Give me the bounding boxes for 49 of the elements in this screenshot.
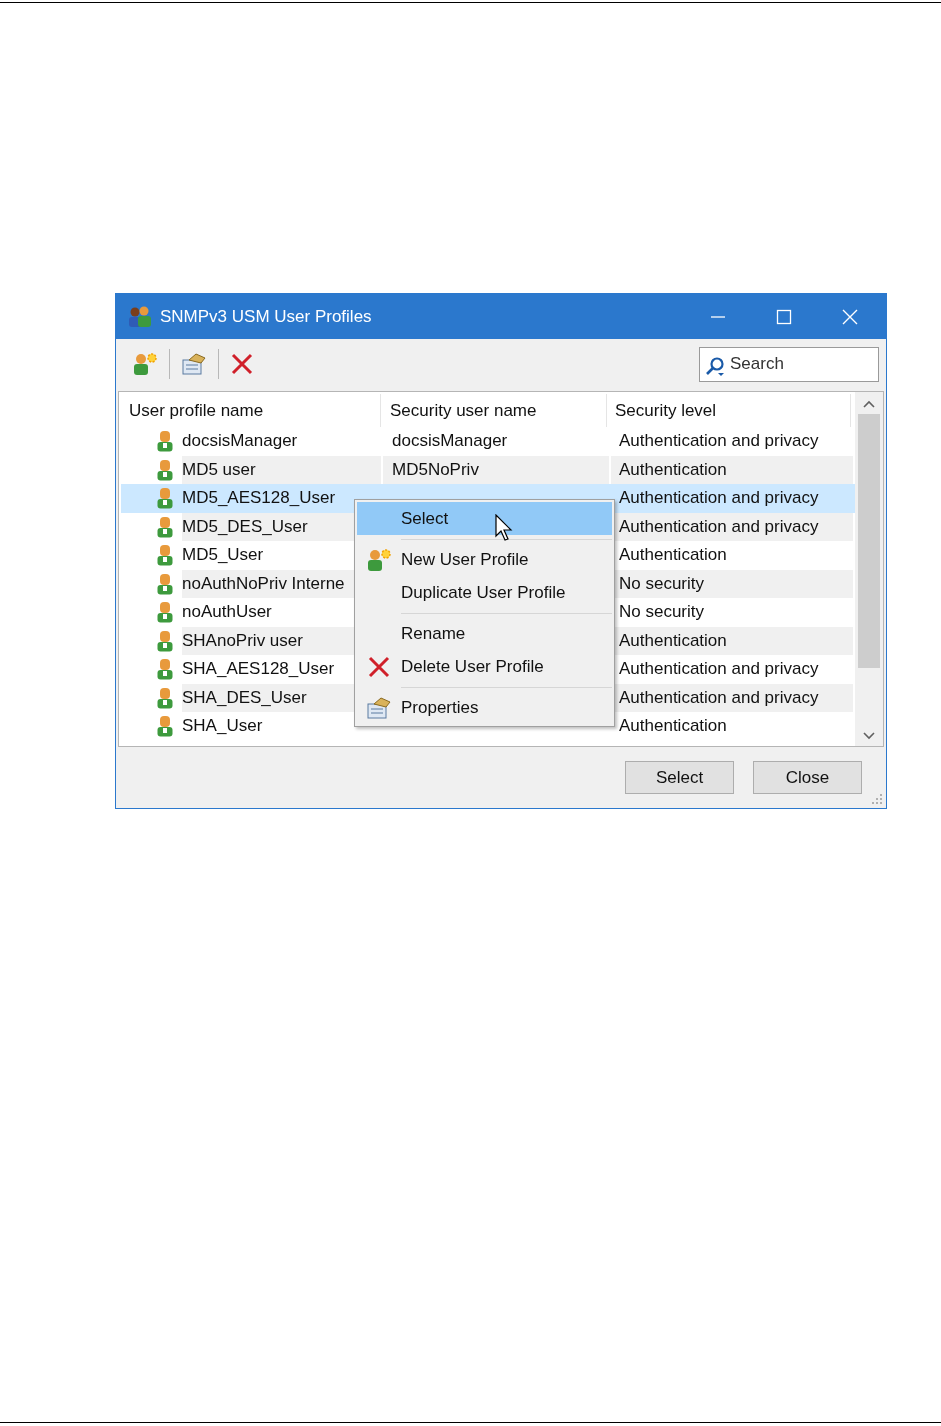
table-cell: Authentication — [611, 455, 853, 484]
user-icon — [157, 658, 173, 681]
table-cell: docsisManager — [182, 431, 298, 452]
table-cell: MD5_AES128_User — [182, 488, 336, 509]
table-cell-text: No security — [618, 601, 706, 624]
resize-grip-icon[interactable] — [872, 794, 882, 804]
table-cell: docsisManager — [392, 431, 508, 452]
maximize-icon[interactable] — [776, 308, 792, 325]
menu-item[interactable]: Select — [357, 502, 612, 535]
table-cell: MD5 user — [182, 455, 381, 484]
users-icon — [128, 305, 152, 328]
user-icon — [157, 686, 173, 709]
user-icon — [157, 430, 173, 453]
table-cell-text: Authentication — [618, 544, 728, 567]
table-cell: SHA_AES128_User — [182, 659, 335, 680]
delete-icon[interactable] — [230, 352, 254, 376]
column-header[interactable]: User profile name — [121, 394, 381, 427]
mouse-pointer-icon — [495, 514, 513, 542]
select-button[interactable]: Select — [625, 761, 734, 794]
close-icon[interactable] — [842, 308, 858, 325]
scroll-down-icon[interactable] — [863, 732, 875, 740]
close-button[interactable]: Close — [753, 761, 862, 794]
search-field[interactable]: Search — [699, 346, 879, 382]
window-title: SNMPv3 USM User Profiles — [160, 306, 372, 327]
table-cell-text: Authentication — [618, 715, 728, 738]
table-cell: SHA_User — [182, 716, 263, 737]
scroll-thumb[interactable] — [858, 414, 880, 668]
user-icon — [157, 487, 173, 510]
user-icon — [157, 544, 173, 567]
add-user-icon — [366, 547, 392, 572]
user-icon — [157, 715, 173, 738]
delete-icon — [368, 655, 390, 678]
table-cell: MD5_User — [182, 545, 264, 566]
table-cell: noAuthUser — [182, 602, 272, 623]
user-icon — [157, 458, 173, 481]
scroll-up-icon[interactable] — [863, 400, 875, 408]
user-icon — [157, 601, 173, 624]
column-header[interactable]: Security user name — [381, 394, 607, 427]
properties-icon[interactable] — [181, 352, 207, 376]
user-icon — [157, 515, 173, 538]
table-cell: MD5NoPriv — [392, 459, 479, 480]
user-icon — [157, 629, 173, 652]
table-cell-text: Authentication and privacy — [618, 658, 820, 681]
scrollbar[interactable] — [855, 392, 883, 746]
column-header[interactable]: Security level — [607, 394, 851, 427]
properties-icon — [366, 695, 392, 720]
user-icon — [157, 572, 173, 595]
add-user-icon[interactable] — [132, 352, 158, 376]
table-cell-text: Authentication and privacy — [618, 430, 820, 453]
